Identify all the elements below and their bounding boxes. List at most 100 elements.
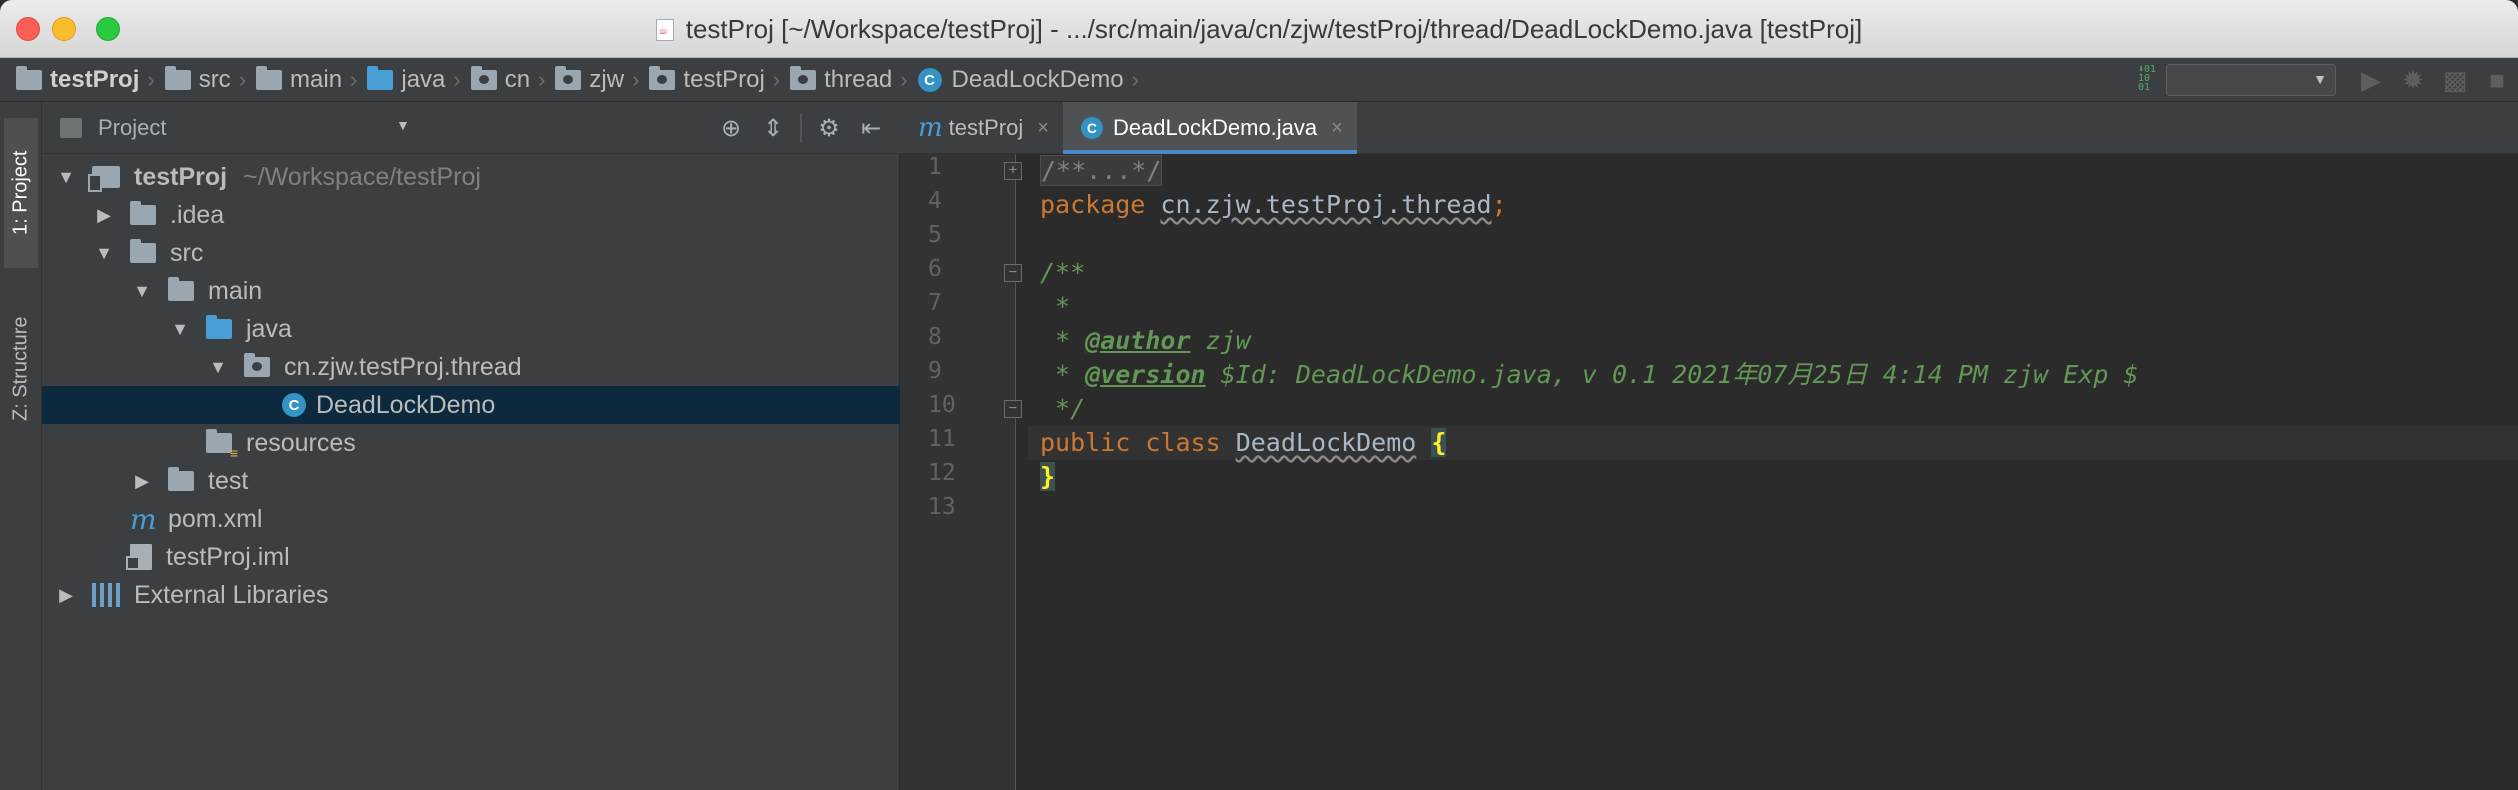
code-line: package cn.zjw.testProj.thread; [1040,190,1507,219]
stop-icon[interactable]: ■ [2476,58,2518,102]
collapsed-arrow-icon[interactable]: ▶ [54,585,78,606]
module-folder-icon [88,166,120,192]
folder-icon [168,277,194,301]
tree-item[interactable]: testProj.iml [42,538,900,576]
fold-collapse-icon[interactable]: − [1004,264,1022,282]
close-icon[interactable]: × [1331,117,1343,140]
collapsed-arrow-icon[interactable]: ▶ [130,471,154,492]
line-number: 4 [928,188,942,214]
project-view-icon [60,117,82,138]
expanded-arrow-icon[interactable]: ▼ [130,281,154,302]
tab-structure[interactable]: Z: Structure [4,294,38,444]
code-line: */ [1040,394,1086,423]
tab-deadlockdemo[interactable]: C DeadLockDemo.java × [1062,102,1357,154]
chevron-down-icon[interactable]: ▼ [396,117,410,133]
breadcrumb-item[interactable]: thread › [790,66,908,94]
code-line: /** [1040,258,1086,287]
resources-folder-icon [206,429,238,461]
line-number: 12 [928,460,956,486]
close-icon[interactable]: × [1037,117,1049,140]
navigation-bar: testProj › src › main › java › cn › zjw › test… [0,58,2518,102]
iml-file-icon [126,544,152,570]
folder-icon [164,66,191,90]
collapse-all-icon[interactable]: ⇕ [752,114,794,143]
collapsed-arrow-icon[interactable]: ▶ [92,205,116,226]
fold-collapse-icon[interactable]: − [1004,400,1022,418]
tree-item[interactable]: ▼ java [42,310,900,348]
folder-icon [168,467,194,491]
code-line: /**...*/ [1028,154,2518,188]
source-folder-icon [206,315,232,339]
window-title-bar: testProj [~/Workspace/testProj] - .../sr… [0,0,2518,58]
line-number: 7 [928,290,942,316]
source-folder-icon [367,66,394,90]
debug-icon[interactable]: ✹ [2392,58,2434,102]
tree-item[interactable]: ▶ .idea [42,196,900,234]
class-icon: C [917,68,942,92]
tree-item-selected[interactable]: C DeadLockDemo [42,386,900,424]
hide-panel-icon[interactable]: ⇤ [850,114,892,143]
breadcrumb-item[interactable]: zjw › [555,66,639,94]
gear-icon[interactable]: ⚙ [808,114,850,143]
editor-tabs: m testProj × C DeadLockDemo.java × [900,102,2518,154]
class-icon: C [1080,117,1103,139]
code-line-current: public class DeadLockDemo { [1028,426,2518,460]
maven-icon: m [130,502,157,536]
folder-icon [130,201,156,225]
expanded-arrow-icon[interactable]: ▼ [168,319,192,340]
tree-item[interactable]: m pom.xml [42,500,900,538]
libraries-icon [92,583,122,607]
toolbar-divider [800,114,802,142]
expanded-arrow-icon[interactable]: ▼ [206,357,230,378]
code-line: * @author zjw [1040,326,1251,355]
project-tree: ▼ testProj ~/Workspace/testProj ▶ .idea … [42,158,900,614]
line-number: 8 [928,324,942,350]
tab-testproj[interactable]: m testProj × [900,102,1063,154]
line-number-gutter: 1 4 5 6 7 8 9 10 11 12 13 + − − [900,154,1022,790]
breadcrumb-item[interactable]: C DeadLockDemo › [917,66,1139,94]
breadcrumb-item[interactable]: java › [367,66,461,94]
module-folder-icon [16,66,42,90]
binary-icon: ⬇01 10 01 [2138,64,2157,93]
breadcrumb: testProj › src › main › java › cn › zjw › test… [16,58,1149,102]
line-number: 11 [928,426,956,452]
folded-comment[interactable]: /**...*/ [1040,155,1163,186]
tree-item[interactable]: ▼ cn.zjw.testProj.thread [42,348,900,386]
code-editor: m testProj × C DeadLockDemo.java × 1 4 5… [900,102,2518,790]
tree-item[interactable]: resources [42,424,900,462]
run-icon[interactable]: ▶ [2350,58,2392,102]
breadcrumb-item[interactable]: testProj › [649,66,780,94]
breadcrumb-item[interactable]: src › [164,66,246,94]
java-file-icon [655,19,674,41]
code-area[interactable]: /**...*/ package cn.zjw.testProj.thread;… [1028,154,2518,790]
project-panel-header: Project ▼ ⊕ ⇕ ⚙ ⇤ [42,102,900,154]
locate-icon[interactable]: ⊕ [710,114,752,143]
line-number: 1 [928,154,942,180]
run-configuration-select[interactable] [2166,64,2336,96]
package-icon [555,66,582,90]
code-line: } [1040,462,1056,491]
code-line: * [1040,292,1071,321]
tree-item[interactable]: ▼ main [42,272,900,310]
folder-icon [130,239,156,263]
left-tool-strip: 1: Project Z: Structure [0,102,42,790]
coverage-icon[interactable]: ▩ [2434,58,2476,102]
expanded-arrow-icon[interactable]: ▼ [92,243,116,264]
breadcrumb-item[interactable]: main › [256,66,357,94]
expanded-arrow-icon[interactable]: ▼ [54,167,78,188]
project-panel-title[interactable]: Project [98,115,166,141]
tab-project[interactable]: 1: Project [4,118,38,268]
window-title: testProj [~/Workspace/testProj] - .../sr… [0,14,2518,45]
project-panel: Project ▼ ⊕ ⇕ ⚙ ⇤ ▼ testProj ~/Workspace… [42,102,900,790]
line-number: 6 [928,256,942,282]
line-number: 10 [928,392,956,418]
package-icon [649,66,676,90]
tree-item[interactable]: ▶ test [42,462,900,500]
tree-item[interactable]: ▼ testProj ~/Workspace/testProj [42,158,900,196]
breadcrumb-item[interactable]: cn › [470,66,545,94]
code-line: * @version $Id: DeadLockDemo.java, v 0.1… [1040,360,2139,389]
breadcrumb-item[interactable]: testProj › [16,66,155,94]
tree-item[interactable]: ▼ src [42,234,900,272]
tree-item[interactable]: ▶ External Libraries [42,576,900,614]
fold-expand-icon[interactable]: + [1004,162,1022,180]
